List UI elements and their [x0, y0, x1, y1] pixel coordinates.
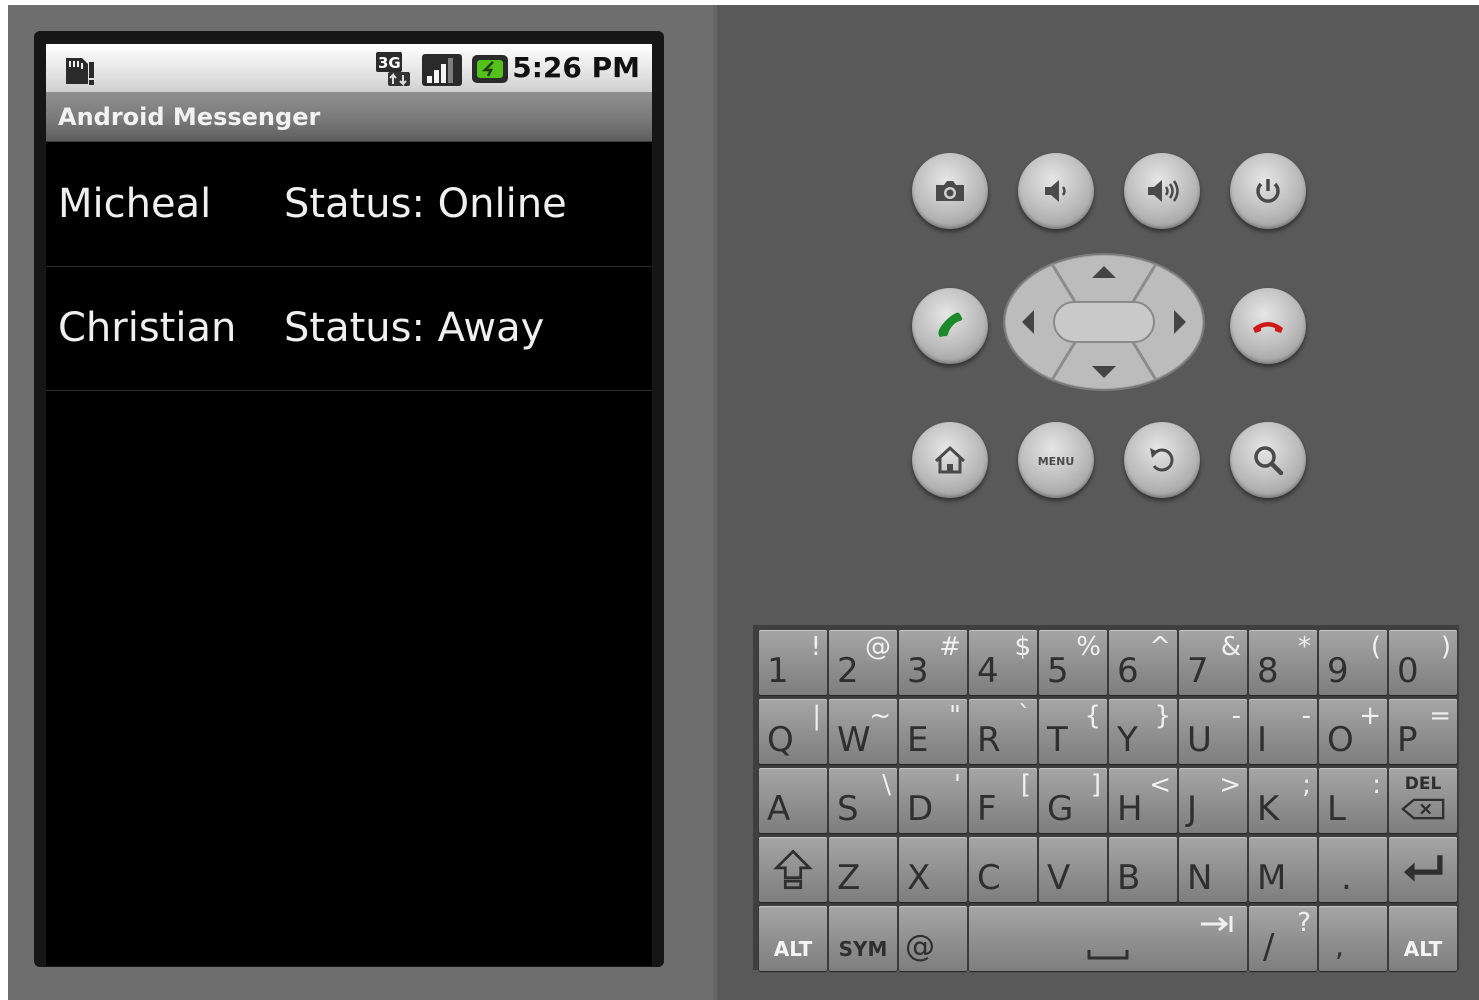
volume-up-button[interactable] [1124, 153, 1200, 229]
key-s[interactable]: S \ [829, 768, 897, 833]
svg-text:3G: 3G [378, 54, 401, 72]
del-label: DEL [1404, 774, 1442, 794]
key-0[interactable]: 0) [1389, 630, 1457, 695]
key-o[interactable]: O + [1319, 699, 1387, 764]
status-time: 5:26 PM [512, 51, 640, 84]
back-button[interactable] [1124, 422, 1200, 498]
key-8[interactable]: 8 * [1249, 630, 1317, 695]
home-button[interactable] [912, 422, 988, 498]
power-button[interactable] [1230, 153, 1306, 229]
key-u[interactable]: U- [1179, 699, 1247, 764]
key-sym[interactable]: SYM [829, 906, 897, 971]
camera-button[interactable] [912, 153, 988, 229]
3g-icon: 3G [376, 52, 410, 87]
end-call-button[interactable] [1230, 288, 1306, 364]
status-bar: 3G 5:26 PM [46, 44, 652, 92]
space-icon [1087, 950, 1129, 960]
key-p[interactable]: P = [1389, 699, 1457, 764]
key-comma[interactable]: , [1319, 906, 1387, 971]
search-button[interactable] [1230, 422, 1306, 498]
home-icon [934, 445, 966, 474]
dpad[interactable] [1002, 252, 1206, 392]
key-slash[interactable]: /? [1249, 906, 1317, 971]
key-c[interactable]: C [969, 837, 1037, 902]
volume-down-button[interactable] [1018, 153, 1094, 229]
volume-down-icon [1045, 180, 1066, 202]
back-icon [1150, 448, 1174, 472]
key-j[interactable]: J > [1179, 768, 1247, 833]
key-2[interactable]: 2 @ [829, 630, 897, 695]
key-t[interactable]: T{ [1039, 699, 1107, 764]
key-b[interactable]: B [1109, 837, 1177, 902]
key-4[interactable]: 4 $ [969, 630, 1037, 695]
key-e[interactable]: E " [899, 699, 967, 764]
panel-divider [713, 5, 717, 1000]
key-1[interactable]: 1! [759, 630, 827, 695]
tab-icon [1201, 916, 1233, 932]
search-icon [1254, 446, 1284, 476]
key-9[interactable]: 9( [1319, 630, 1387, 695]
svg-text:MENU: MENU [1038, 455, 1075, 468]
key-7[interactable]: 7 & [1179, 630, 1247, 695]
device-screen[interactable]: 3G 5:26 PM Android Messenger Micheal Sta… [46, 44, 652, 966]
hardware-keyboard: 1! 2 @ 3 # 4 $ 5% 6 ^ 7 & 8 * 9( 0) Q | W ~ E " R… [753, 625, 1459, 971]
key-3[interactable]: 3 # [899, 630, 967, 695]
key-k[interactable]: K; [1249, 768, 1317, 833]
power-icon [1256, 179, 1280, 203]
contact-status: Status: Away [284, 305, 545, 351]
contact-row-micheal[interactable]: Micheal Status: Online [46, 143, 652, 267]
key-y[interactable]: Y} [1109, 699, 1177, 764]
key-v[interactable]: V [1039, 837, 1107, 902]
sd-card-icon [66, 58, 94, 85]
key-z[interactable]: Z [829, 837, 897, 902]
key-alt-left[interactable]: ALT [759, 906, 827, 971]
key-g[interactable]: G] [1039, 768, 1107, 833]
key-q[interactable]: Q | [759, 699, 827, 764]
menu-icon: MENU [1038, 455, 1075, 468]
contact-name: Micheal [58, 181, 212, 227]
key-d[interactable]: D ' [899, 768, 967, 833]
contact-row-christian[interactable]: Christian Status: Away [46, 267, 652, 391]
key-enter[interactable] [1389, 837, 1457, 902]
signal-icon [422, 54, 462, 86]
key-5[interactable]: 5% [1039, 630, 1107, 695]
call-icon [938, 312, 963, 337]
key-alt-right[interactable]: ALT [1389, 906, 1457, 971]
key-space[interactable] [969, 906, 1247, 971]
app-title-bar: Android Messenger [46, 92, 652, 142]
menu-button[interactable]: MENU [1018, 422, 1094, 498]
key-a[interactable]: A [759, 768, 827, 833]
key-w[interactable]: W ~ [829, 699, 897, 764]
key-x[interactable]: X [899, 837, 967, 902]
key-h[interactable]: H < [1109, 768, 1177, 833]
key-at[interactable]: @ [899, 906, 967, 971]
key-n[interactable]: N [1179, 837, 1247, 902]
battery-charging-icon [472, 55, 508, 83]
camera-icon [936, 181, 964, 201]
shift-icon [773, 849, 813, 890]
app-title: Android Messenger [58, 103, 321, 131]
key-f[interactable]: F[ [969, 768, 1037, 833]
call-button[interactable] [912, 288, 988, 364]
key-i[interactable]: I- [1249, 699, 1317, 764]
end-call-icon [1253, 322, 1283, 333]
key-shift[interactable] [759, 837, 827, 902]
key-period[interactable]: . [1319, 837, 1387, 902]
contact-status: Status: Online [284, 181, 567, 227]
enter-icon [1404, 855, 1443, 882]
key-m[interactable]: M [1249, 837, 1317, 902]
contact-name: Christian [58, 305, 237, 351]
key-l[interactable]: L: [1319, 768, 1387, 833]
backspace-icon [1401, 798, 1445, 820]
volume-up-icon [1148, 180, 1179, 202]
key-6[interactable]: 6 ^ [1109, 630, 1177, 695]
key-r[interactable]: R ` [969, 699, 1037, 764]
key-del[interactable]: DEL [1389, 768, 1457, 833]
